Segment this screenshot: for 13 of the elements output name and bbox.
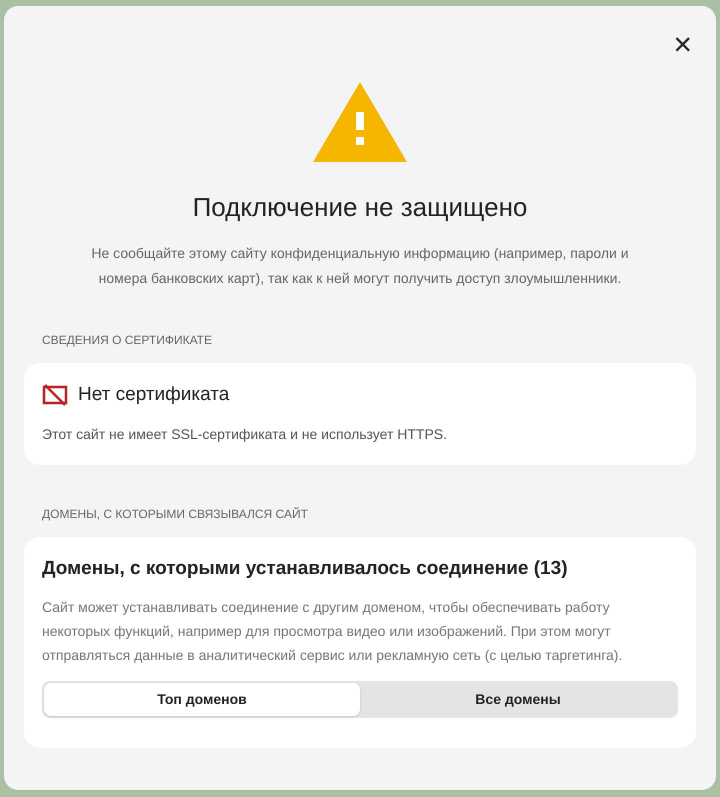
segment-tab[interactable]: Все домены [360, 683, 676, 716]
close-button[interactable]: × [673, 28, 692, 60]
section-label: СВЕДЕНИЯ О СЕРТИФИКАТЕ [42, 332, 213, 349]
card-title: Нет сертификата [78, 383, 230, 407]
card-title: Домены, с которыми устанавливалось соединение (13) [42, 556, 569, 580]
segment-tab[interactable]: Топ доменов [44, 683, 360, 716]
crossed-certificate-icon [42, 384, 68, 406]
section-label: ДОМЕНЫ, С КОТОРЫМИ СВЯЗЫВАЛСЯ САЙТ [42, 506, 309, 522]
card-text: Сайт может устанавливать соединение с другим доменом, чтобы обеспечивать работу некоторых функций, например для просмотра видео или изображений. При этом могут отправляться данные в аналитический сервис или рекламную сеть (с целью таргетинга). [42, 598, 624, 665]
dialog-description: Не сообщайте этому сайту конфиденциальную информацию (например, пароли и номера банковских карт), так как к ней могут получить доступ злоумышленники. [90, 244, 630, 288]
card-text: Этот сайт не имеет SSL-сертификата и не использует HTTPS. [42, 424, 448, 444]
dialog-title: Подключение не защищено [192, 191, 528, 224]
warning-icon [313, 82, 407, 162]
